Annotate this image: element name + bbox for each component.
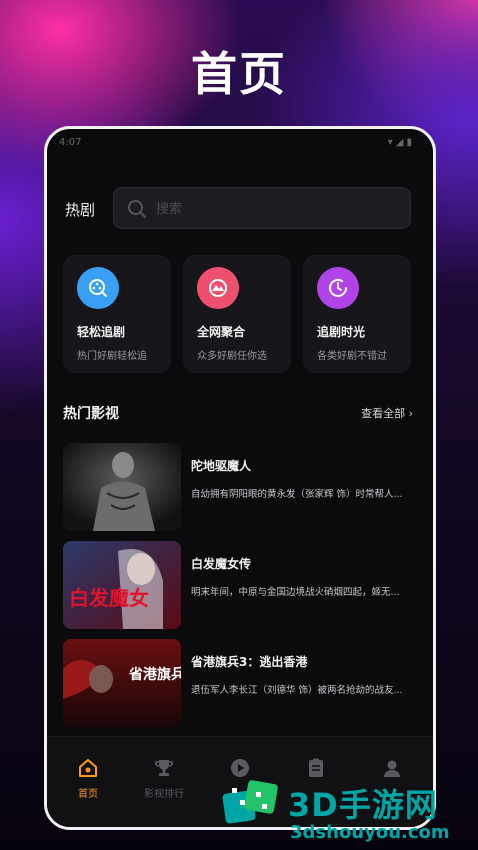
status-time: 4:07 <box>59 137 82 148</box>
movie-desc: 退伍军人李长江（刘德华 饰）被两名抢劫的战友... <box>191 685 403 696</box>
movie-poster <box>63 443 181 531</box>
tab-ranking[interactable]: 影视排行 <box>129 757 199 800</box>
movie-item[interactable]: 省港旗兵 省港旗兵3：逃出香港 退伍军人李长江（刘德华 饰）被两名抢劫的战友..… <box>63 639 415 737</box>
battery-icon: ▮ <box>406 137 415 148</box>
chevron-right-icon: › <box>408 407 413 420</box>
movie-desc: 自幼拥有阴阳眼的黄永发（张家辉 饰）时常帮人... <box>191 489 403 500</box>
home-icon <box>79 759 97 777</box>
feature-desc: 各类好剧不错过 <box>317 351 387 362</box>
feature-card-aggregate[interactable]: 全网聚合 众多好剧任你选 <box>183 255 291 373</box>
movie-poster: 省港旗兵 <box>63 639 181 727</box>
search-icon <box>128 200 146 218</box>
movie-list: 陀地驱魔人 自幼拥有阴阳眼的黄永发（张家辉 饰）时常帮人... 白发魔女 白发魔… <box>63 443 415 737</box>
feature-card-clock[interactable]: 追剧时光 各类好剧不错过 <box>303 255 411 373</box>
watermark-logo <box>222 780 278 824</box>
feature-card-chase[interactable]: 轻松追剧 热门好剧轻松追 <box>63 255 171 373</box>
aggregate-icon <box>197 267 239 309</box>
movie-item[interactable]: 陀地驱魔人 自幼拥有阴阳眼的黄永发（张家辉 饰）时常帮人... <box>63 443 415 541</box>
movie-item[interactable]: 白发魔女 白发魔女传 明末年间，中原与金国边境战火硝烟四起，姬无... <box>63 541 415 639</box>
watermark: 3D手游网 3dshouyou.com <box>218 772 478 850</box>
status-bar: 4:07 ▾◢▮ <box>47 137 433 153</box>
phone-frame: 4:07 ▾◢▮ 热剧 轻松追剧 热门好剧轻松追 <box>44 126 436 830</box>
top-bar: 热剧 <box>65 187 411 231</box>
movie-title: 省港旗兵3：逃出香港 <box>191 655 308 669</box>
page-title: 热剧 <box>65 201 96 219</box>
movie-poster: 白发魔女 <box>63 541 181 629</box>
poster-title-art: 白发魔女 <box>69 586 149 610</box>
view-all-link[interactable]: 查看全部 › <box>361 405 413 421</box>
section-title: 热门影视 <box>63 406 119 422</box>
search-box[interactable] <box>113 187 411 229</box>
watermark-url: 3dshouyou.com <box>290 822 450 843</box>
section-header: 热门影视 查看全部 › <box>63 403 413 425</box>
search-input[interactable] <box>154 196 358 222</box>
feature-title: 追剧时光 <box>317 325 366 339</box>
watermark-brand: 3D手游网 <box>288 786 438 824</box>
feature-desc: 众多好剧任你选 <box>197 351 267 362</box>
page-headline: 首页 <box>191 47 287 101</box>
wifi-icon: ▾ <box>387 137 396 148</box>
tab-home[interactable]: 首页 <box>53 757 123 800</box>
signal-icon: ◢ <box>395 137 407 148</box>
tab-label: 首页 <box>78 789 98 800</box>
feature-title: 全网聚合 <box>197 325 246 339</box>
chase-icon <box>77 267 119 309</box>
movie-desc: 明末年间，中原与金国边境战火硝烟四起，姬无... <box>191 587 400 598</box>
poster-title-art: 省港旗兵 <box>128 666 181 683</box>
movie-title: 白发魔女传 <box>191 557 252 571</box>
clock-icon <box>317 267 359 309</box>
feature-title: 轻松追剧 <box>77 325 126 339</box>
feature-desc: 热门好剧轻松追 <box>77 351 147 362</box>
tab-label: 影视排行 <box>144 789 184 800</box>
feature-cards: 轻松追剧 热门好剧轻松追 全网聚合 众多好剧任你选 追剧时光 各类好剧不错过 <box>63 255 411 375</box>
trophy-icon <box>155 760 173 776</box>
movie-title: 陀地驱魔人 <box>191 459 252 473</box>
